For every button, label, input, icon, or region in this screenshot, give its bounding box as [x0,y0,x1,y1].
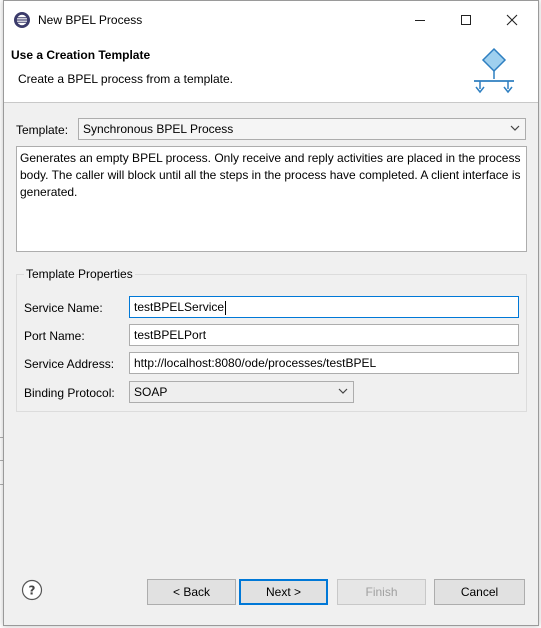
binding-protocol-label: Binding Protocol: [24,386,115,400]
port-name-label: Port Name: [24,329,85,343]
new-bpel-process-dialog: New BPEL Process Use a Creation Template… [3,0,539,626]
next-button[interactable]: Next > [239,579,328,605]
service-name-value: testBPELService [134,300,225,314]
port-name-input[interactable]: testBPELPort [129,324,519,346]
chevron-down-icon [510,125,520,131]
template-dropdown[interactable]: Synchronous BPEL Process [78,118,526,140]
svg-text:?: ? [29,584,36,598]
template-label: Template: [16,123,69,137]
maximize-icon[interactable] [447,7,485,33]
minimize-icon[interactable] [401,7,439,33]
template-selected-value: Synchronous BPEL Process [83,122,234,136]
group-title: Template Properties [24,267,135,281]
chevron-down-icon [338,388,348,394]
text-caret [225,300,227,315]
help-icon[interactable]: ? [21,579,43,601]
binding-protocol-value: SOAP [134,385,168,399]
service-name-label: Service Name: [24,301,103,315]
page-title: Use a Creation Template [11,48,151,62]
finish-button[interactable]: Finish [337,579,426,605]
service-address-input[interactable]: http://localhost:8080/ode/processes/test… [129,352,519,374]
port-name-value: testBPELPort [134,328,207,342]
close-icon[interactable] [493,7,531,33]
template-description-text[interactable]: Generates an empty BPEL process. Only re… [16,146,527,252]
service-name-input[interactable]: testBPELService [129,296,519,318]
service-address-label: Service Address: [24,357,115,371]
cancel-button[interactable]: Cancel [434,579,525,605]
window-title: New BPEL Process [38,13,143,27]
service-address-value: http://localhost:8080/ode/processes/test… [134,356,377,370]
title-bar[interactable]: New BPEL Process [4,1,538,39]
back-button[interactable]: < Back [147,579,236,605]
eclipse-icon [14,12,30,28]
binding-protocol-dropdown[interactable]: SOAP [129,381,354,403]
page-description: Create a BPEL process from a template. [18,72,233,86]
bpel-process-wizard-icon [474,47,514,94]
wizard-header: Use a Creation Template Create a BPEL pr… [4,39,538,103]
